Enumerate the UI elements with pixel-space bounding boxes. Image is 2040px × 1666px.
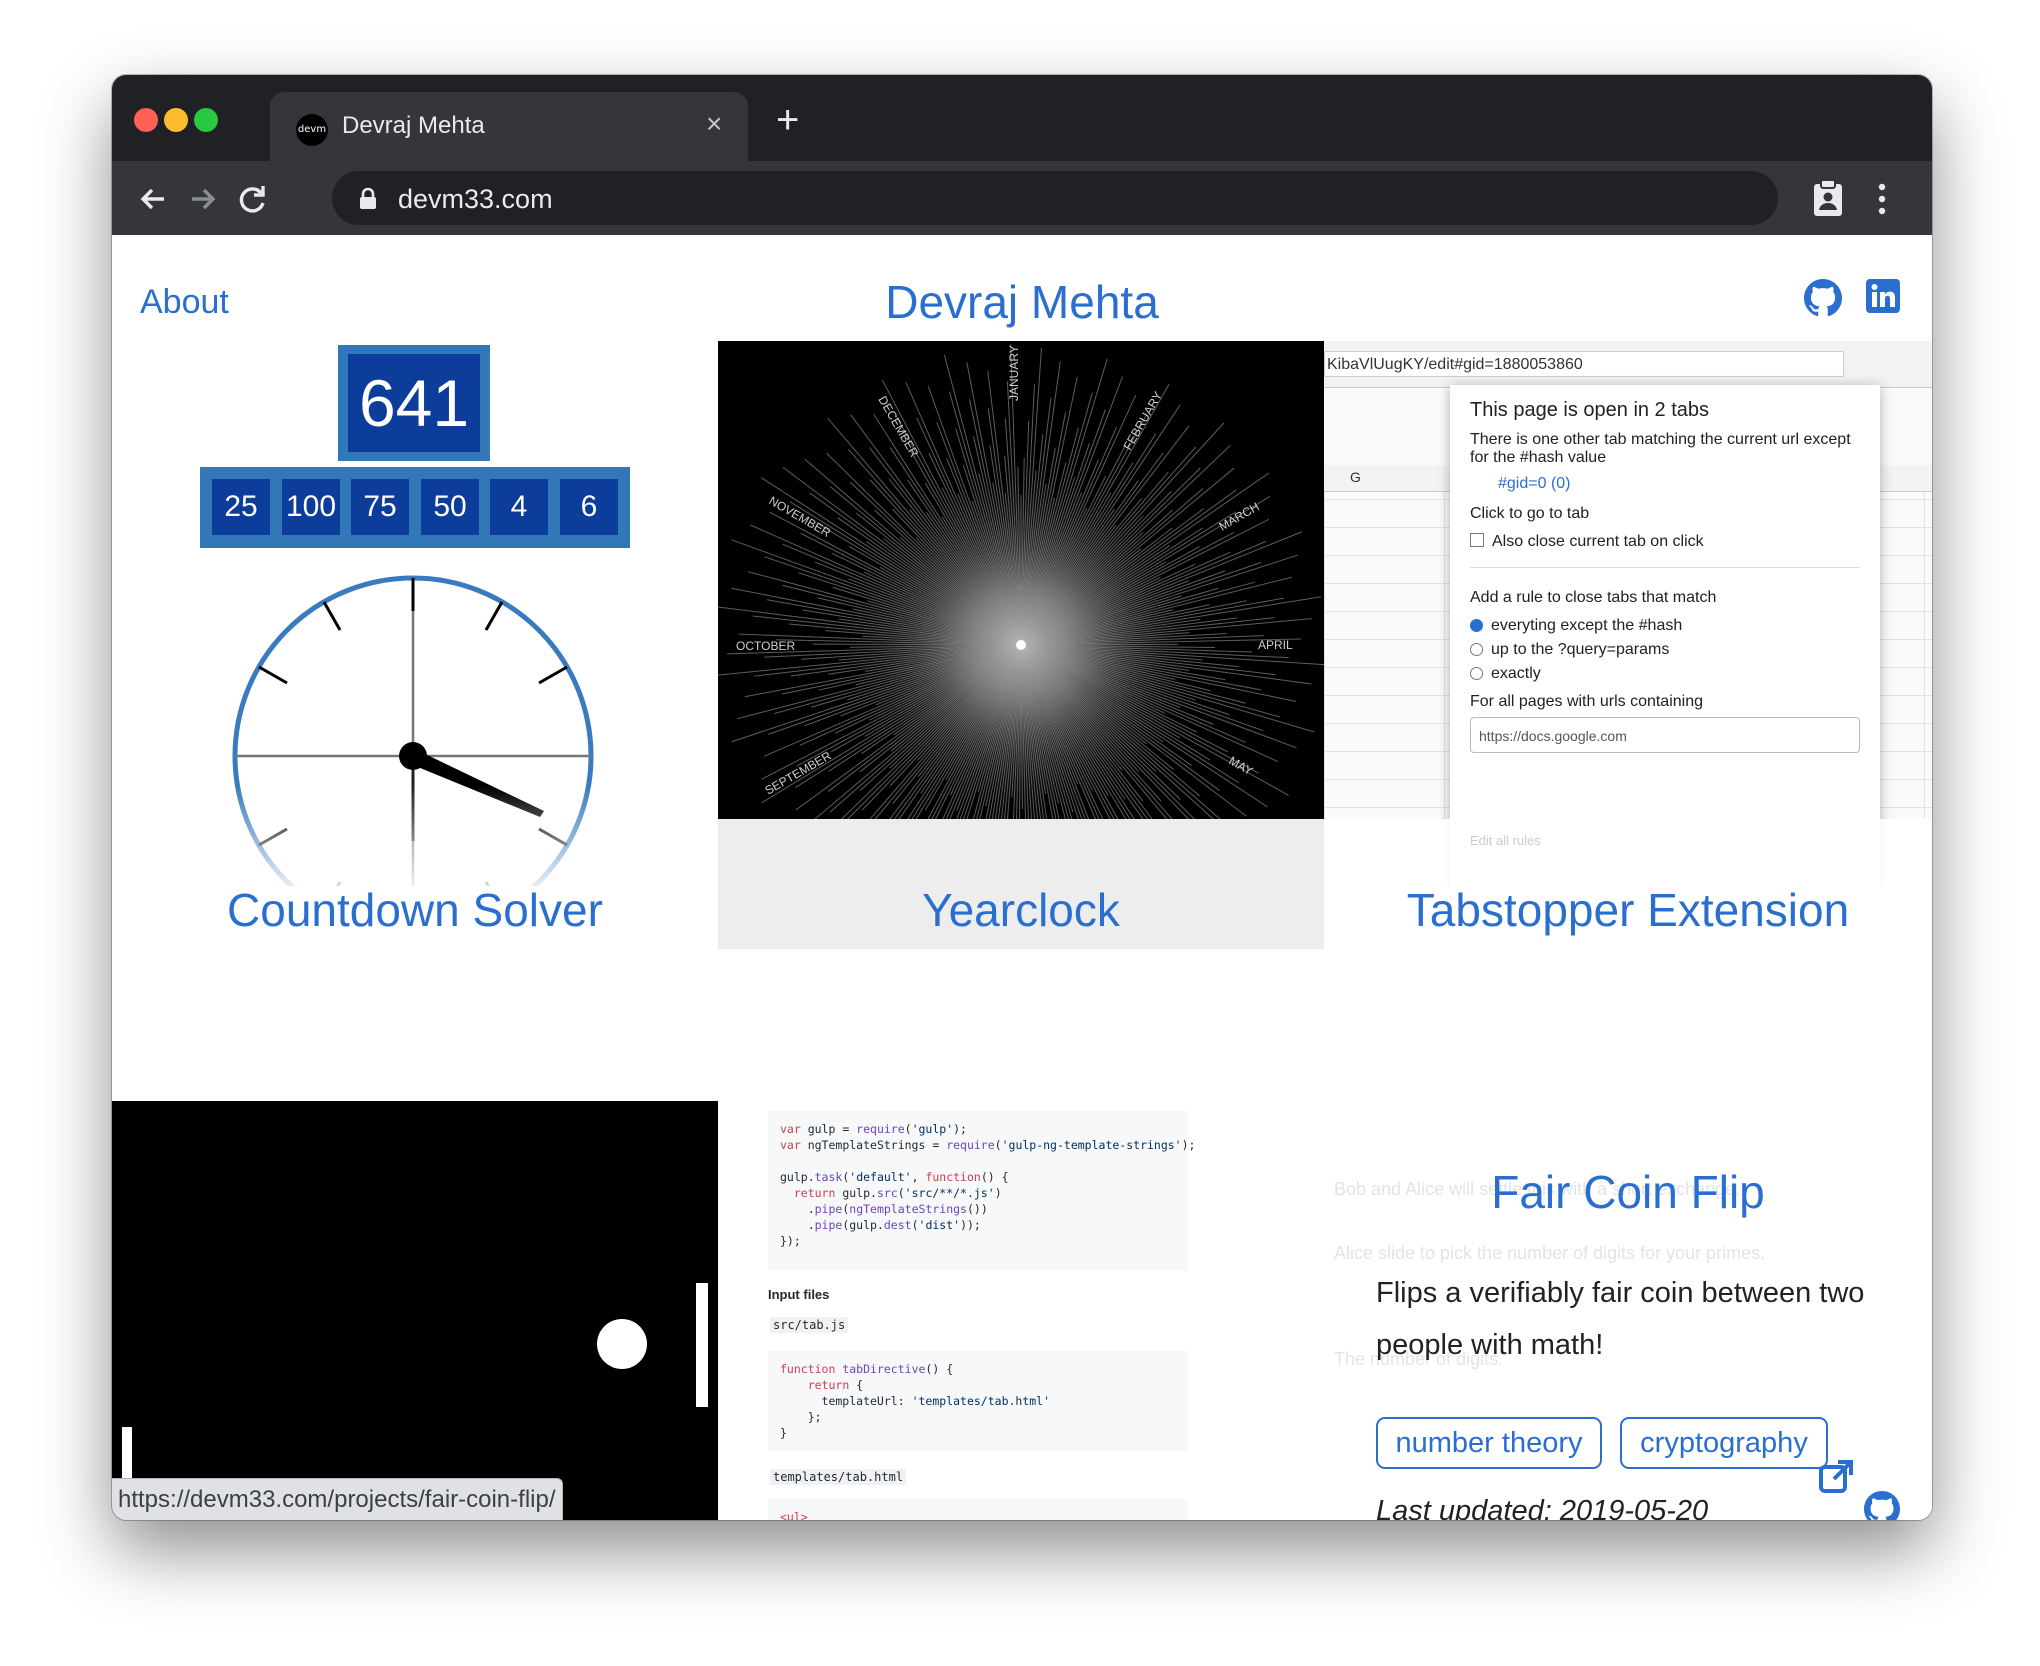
radio-label: everyting except the #hash — [1491, 617, 1683, 634]
card-yearclock[interactable]: JANUARY FEBRUARY MARCH APRIL MAY SEPTEMB… — [718, 341, 1324, 949]
target-frame: 641 — [338, 345, 490, 461]
menu-kebab-icon[interactable] — [1874, 181, 1890, 217]
title-bar: devm Devraj Mehta × + — [112, 75, 1932, 161]
card-gulp-plugin[interactable]: var gulp = require('gulp'); var ngTempla… — [718, 1101, 1324, 1520]
ball — [597, 1319, 647, 1369]
tabstopper-card-title[interactable]: Tabstopper Extension — [1324, 883, 1932, 937]
card-fair-coin-flip[interactable]: Bob and Alice will settle this with a sh… — [1324, 1101, 1932, 1520]
minimize-window-button[interactable] — [164, 108, 188, 132]
close-window-button[interactable] — [134, 108, 158, 132]
code-snippet: function tabDirective() { return { templ… — [768, 1351, 1188, 1451]
number-tiles: 25 100 75 50 4 6 — [200, 467, 630, 548]
card-countdown-solver[interactable]: 641 25 100 75 50 4 6 Countdown Solver — [112, 341, 718, 886]
github-icon[interactable] — [1804, 279, 1842, 317]
edit-rules-link[interactable]: Edit all rules — [1470, 833, 1541, 848]
target-number: 641 — [348, 354, 480, 452]
radio-label: exactly — [1491, 665, 1541, 682]
popup-heading: This page is open in 2 tabs — [1470, 399, 1710, 421]
column-label: G — [1350, 469, 1361, 485]
for-all-label: For all pages with urls containing — [1470, 693, 1704, 710]
popup-tab-link[interactable]: #gid=0 (0) — [1498, 475, 1571, 493]
fair-coin-title[interactable]: Fair Coin Flip — [1324, 1165, 1932, 1219]
lock-icon — [360, 187, 376, 209]
month-label: OCTOBER — [736, 639, 795, 653]
input-files-heading: Input files — [768, 1287, 830, 1302]
extension-popup: This page is open in 2 tabs There is one… — [1450, 385, 1880, 886]
card-tabstopper[interactable]: KibaVlUugKY/edit#gid=1880053860 G This p… — [1324, 341, 1932, 886]
number-tile: 75 — [351, 479, 409, 535]
status-bar-url: https://devm33.com/projects/fair-coin-fl… — [112, 1478, 563, 1520]
number-tile: 25 — [212, 479, 270, 535]
address-bar[interactable]: devm33.com — [332, 171, 1778, 225]
yearclock-image: JANUARY FEBRUARY MARCH APRIL MAY SEPTEMB… — [718, 341, 1324, 943]
external-link-icon[interactable] — [1818, 1459, 1854, 1495]
page-content: About Devraj Mehta 641 25 100 75 50 4 6 … — [112, 235, 1932, 1520]
tabstopper-screenshot: KibaVlUugKY/edit#gid=1880053860 G This p… — [1324, 341, 1932, 886]
close-tab-icon[interactable]: × — [706, 108, 722, 140]
radio-option[interactable]: everyting except the #hash — [1470, 617, 1682, 635]
browser-toolbar: devm33.com — [112, 161, 1932, 235]
number-tile: 100 — [282, 479, 340, 535]
card-pong[interactable] — [112, 1101, 718, 1520]
linkedin-icon[interactable] — [1866, 279, 1900, 313]
last-updated: Last updated: 2019-05-20 — [1376, 1495, 1709, 1520]
reload-icon[interactable] — [232, 179, 272, 219]
number-tile: 50 — [421, 479, 479, 535]
site-title[interactable]: Devraj Mehta — [112, 275, 1932, 329]
url-pattern-input[interactable]: https://docs.google.com — [1470, 717, 1860, 753]
number-tile: 4 — [490, 479, 548, 535]
right-paddle — [696, 1283, 708, 1407]
code-snippet: var gulp = require('gulp'); var ngTempla… — [768, 1111, 1195, 1271]
file-name: templates/tab.html — [770, 1469, 907, 1485]
rule-heading: Add a rule to close tabs that match — [1470, 589, 1717, 606]
new-tab-button[interactable]: + — [776, 100, 799, 140]
github-icon[interactable] — [1864, 1491, 1900, 1520]
month-label: APRIL — [1258, 638, 1293, 652]
countdown-card-title[interactable]: Countdown Solver — [112, 883, 718, 937]
browser-tab[interactable]: devm Devraj Mehta × — [270, 92, 748, 161]
number-tile: 6 — [560, 479, 618, 535]
screenshot-url: KibaVlUugKY/edit#gid=1880053860 — [1324, 351, 1844, 377]
background-text: Alice slide to pick the number of digits… — [1334, 1243, 1766, 1263]
popup-description: There is one other tab matching the curr… — [1470, 431, 1851, 466]
browser-window: devm Devraj Mehta × + devm33.com About D… — [112, 75, 1932, 1520]
code-snippet: <ul> <li>Tab</li> </ul> — [768, 1499, 1188, 1520]
also-close-checkbox[interactable]: Also close current tab on click — [1470, 533, 1704, 551]
clock-illustration — [228, 575, 598, 886]
yearclock-card-title[interactable]: Yearclock — [718, 883, 1324, 937]
maximize-window-button[interactable] — [194, 108, 218, 132]
project-description: Flips a verifiably fair coin between two… — [1376, 1277, 1865, 1361]
tab-title: Devraj Mehta — [342, 112, 485, 139]
radio-option[interactable]: exactly — [1470, 665, 1541, 683]
favicon-icon: devm — [296, 114, 328, 146]
clipboard-extension-icon[interactable] — [1808, 177, 1848, 219]
month-label: JANUARY — [1007, 345, 1021, 401]
back-arrow-icon[interactable] — [134, 179, 174, 219]
tag-cryptography[interactable]: cryptography — [1620, 1417, 1828, 1469]
url-text: devm33.com — [398, 184, 553, 214]
radio-label: up to the ?query=params — [1491, 641, 1670, 658]
file-name: src/tab.js — [770, 1317, 849, 1333]
forward-arrow-icon[interactable] — [182, 179, 222, 219]
tag-number-theory[interactable]: number theory — [1376, 1417, 1602, 1469]
checkbox-label: Also close current tab on click — [1492, 533, 1704, 550]
radio-option[interactable]: up to the ?query=params — [1470, 641, 1669, 659]
popup-click-text: Click to go to tab — [1470, 505, 1590, 522]
